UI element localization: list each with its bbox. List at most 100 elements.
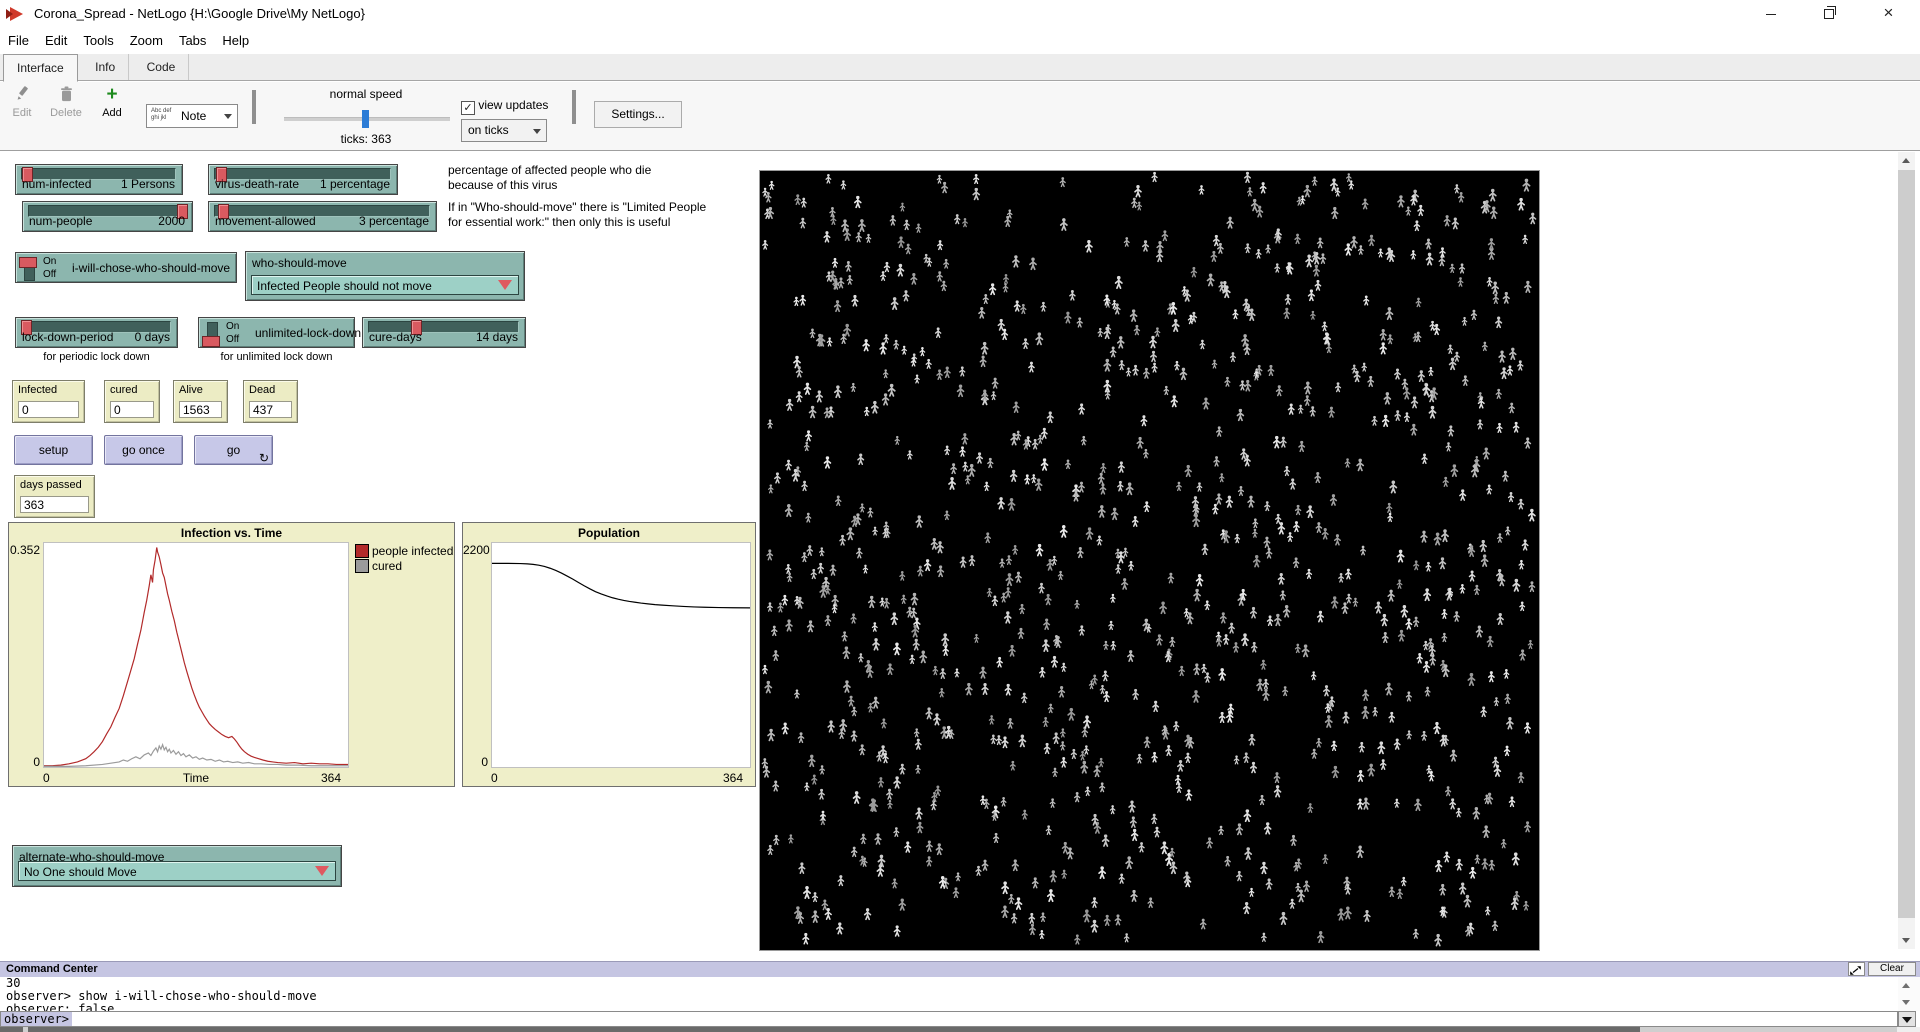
person-agent[interactable]	[1462, 317, 1466, 325]
person-agent[interactable]	[1001, 797, 1006, 806]
person-agent[interactable]	[1080, 751, 1085, 760]
person-agent[interactable]	[835, 385, 841, 397]
person-agent[interactable]	[763, 240, 768, 249]
person-agent[interactable]	[1079, 482, 1084, 492]
person-agent[interactable]	[1005, 216, 1010, 227]
person-agent[interactable]	[1099, 866, 1105, 878]
person-agent[interactable]	[1154, 827, 1159, 837]
person-agent[interactable]	[911, 273, 917, 284]
person-agent[interactable]	[810, 406, 816, 418]
person-agent[interactable]	[1143, 240, 1149, 251]
person-agent[interactable]	[1078, 547, 1083, 557]
person-agent[interactable]	[1084, 909, 1090, 921]
person-agent[interactable]	[906, 244, 911, 254]
person-agent[interactable]	[1523, 235, 1527, 244]
person-agent[interactable]	[1037, 544, 1043, 556]
person-agent[interactable]	[1015, 897, 1021, 909]
person-agent[interactable]	[1503, 292, 1509, 303]
person-agent[interactable]	[1314, 265, 1320, 276]
person-agent[interactable]	[960, 556, 965, 567]
observer-prompt[interactable]: observer>	[1, 1012, 72, 1026]
person-agent[interactable]	[1013, 545, 1018, 554]
person-agent[interactable]	[1039, 583, 1044, 593]
person-agent[interactable]	[1482, 858, 1487, 869]
person-agent[interactable]	[1040, 667, 1045, 677]
person-agent[interactable]	[864, 407, 869, 416]
person-agent[interactable]	[1044, 743, 1049, 754]
person-agent[interactable]	[1332, 207, 1338, 218]
person-agent[interactable]	[1194, 663, 1200, 674]
person-agent[interactable]	[1315, 472, 1320, 482]
person-agent[interactable]	[1380, 329, 1386, 340]
person-agent[interactable]	[830, 565, 835, 576]
person-agent[interactable]	[1280, 912, 1286, 924]
person-agent[interactable]	[1174, 721, 1179, 730]
person-agent[interactable]	[942, 182, 948, 193]
person-agent[interactable]	[974, 634, 978, 642]
tab-interface[interactable]: Interface	[3, 54, 78, 82]
person-agent[interactable]	[799, 862, 805, 873]
person-agent[interactable]	[1129, 561, 1134, 570]
person-agent[interactable]	[840, 535, 845, 545]
person-agent[interactable]	[1496, 389, 1501, 399]
person-agent[interactable]	[1347, 173, 1351, 181]
person-agent[interactable]	[1506, 526, 1510, 535]
menu-item-help[interactable]: Help	[214, 28, 257, 53]
person-agent[interactable]	[1275, 614, 1281, 626]
person-agent[interactable]	[891, 612, 897, 624]
person-agent[interactable]	[1418, 370, 1424, 381]
person-agent[interactable]	[907, 607, 912, 617]
person-agent[interactable]	[1202, 664, 1207, 673]
person-agent[interactable]	[1310, 406, 1315, 416]
person-agent[interactable]	[1199, 185, 1204, 194]
person-agent[interactable]	[1305, 395, 1310, 405]
person-agent[interactable]	[1133, 689, 1138, 699]
person-agent[interactable]	[1483, 447, 1489, 458]
person-agent[interactable]	[1318, 237, 1323, 247]
person-agent[interactable]	[1144, 368, 1149, 378]
person-agent[interactable]	[1493, 294, 1498, 304]
person-agent[interactable]	[1180, 368, 1186, 380]
person-agent[interactable]	[887, 789, 892, 799]
person-agent[interactable]	[818, 563, 823, 573]
person-agent[interactable]	[838, 277, 843, 287]
person-agent[interactable]	[1398, 195, 1404, 206]
person-agent[interactable]	[852, 707, 857, 716]
person-agent[interactable]	[1036, 478, 1042, 490]
person-agent[interactable]	[1245, 172, 1250, 183]
person-agent[interactable]	[1507, 365, 1512, 375]
person-agent[interactable]	[1390, 481, 1396, 493]
person-agent[interactable]	[1175, 361, 1180, 370]
person-agent[interactable]	[1326, 715, 1332, 727]
person-agent[interactable]	[1460, 584, 1465, 593]
person-agent[interactable]	[1104, 641, 1108, 650]
person-agent[interactable]	[997, 657, 1002, 667]
button-setup[interactable]: setup	[14, 435, 93, 465]
person-agent[interactable]	[1052, 556, 1056, 565]
person-agent[interactable]	[1423, 641, 1428, 650]
person-agent[interactable]	[1187, 612, 1193, 623]
person-agent[interactable]	[1012, 913, 1017, 923]
person-agent[interactable]	[1263, 689, 1269, 700]
person-agent[interactable]	[782, 595, 787, 605]
person-agent[interactable]	[1404, 387, 1410, 398]
person-agent[interactable]	[1414, 220, 1419, 230]
person-agent[interactable]	[1275, 263, 1280, 272]
person-agent[interactable]	[806, 430, 811, 440]
person-agent[interactable]	[1152, 814, 1157, 824]
person-agent[interactable]	[1005, 611, 1011, 623]
person-agent[interactable]	[1422, 454, 1427, 464]
person-agent[interactable]	[1203, 397, 1209, 408]
person-agent[interactable]	[955, 668, 959, 676]
person-agent[interactable]	[1450, 264, 1454, 273]
person-agent[interactable]	[810, 328, 815, 337]
person-agent[interactable]	[1397, 889, 1402, 899]
person-agent[interactable]	[945, 510, 950, 519]
person-agent[interactable]	[1124, 237, 1129, 246]
person-agent[interactable]	[1043, 717, 1048, 726]
person-agent[interactable]	[877, 751, 882, 761]
person-agent[interactable]	[898, 236, 904, 247]
person-agent[interactable]	[902, 346, 906, 354]
person-agent[interactable]	[944, 366, 950, 377]
person-agent[interactable]	[1442, 609, 1447, 618]
